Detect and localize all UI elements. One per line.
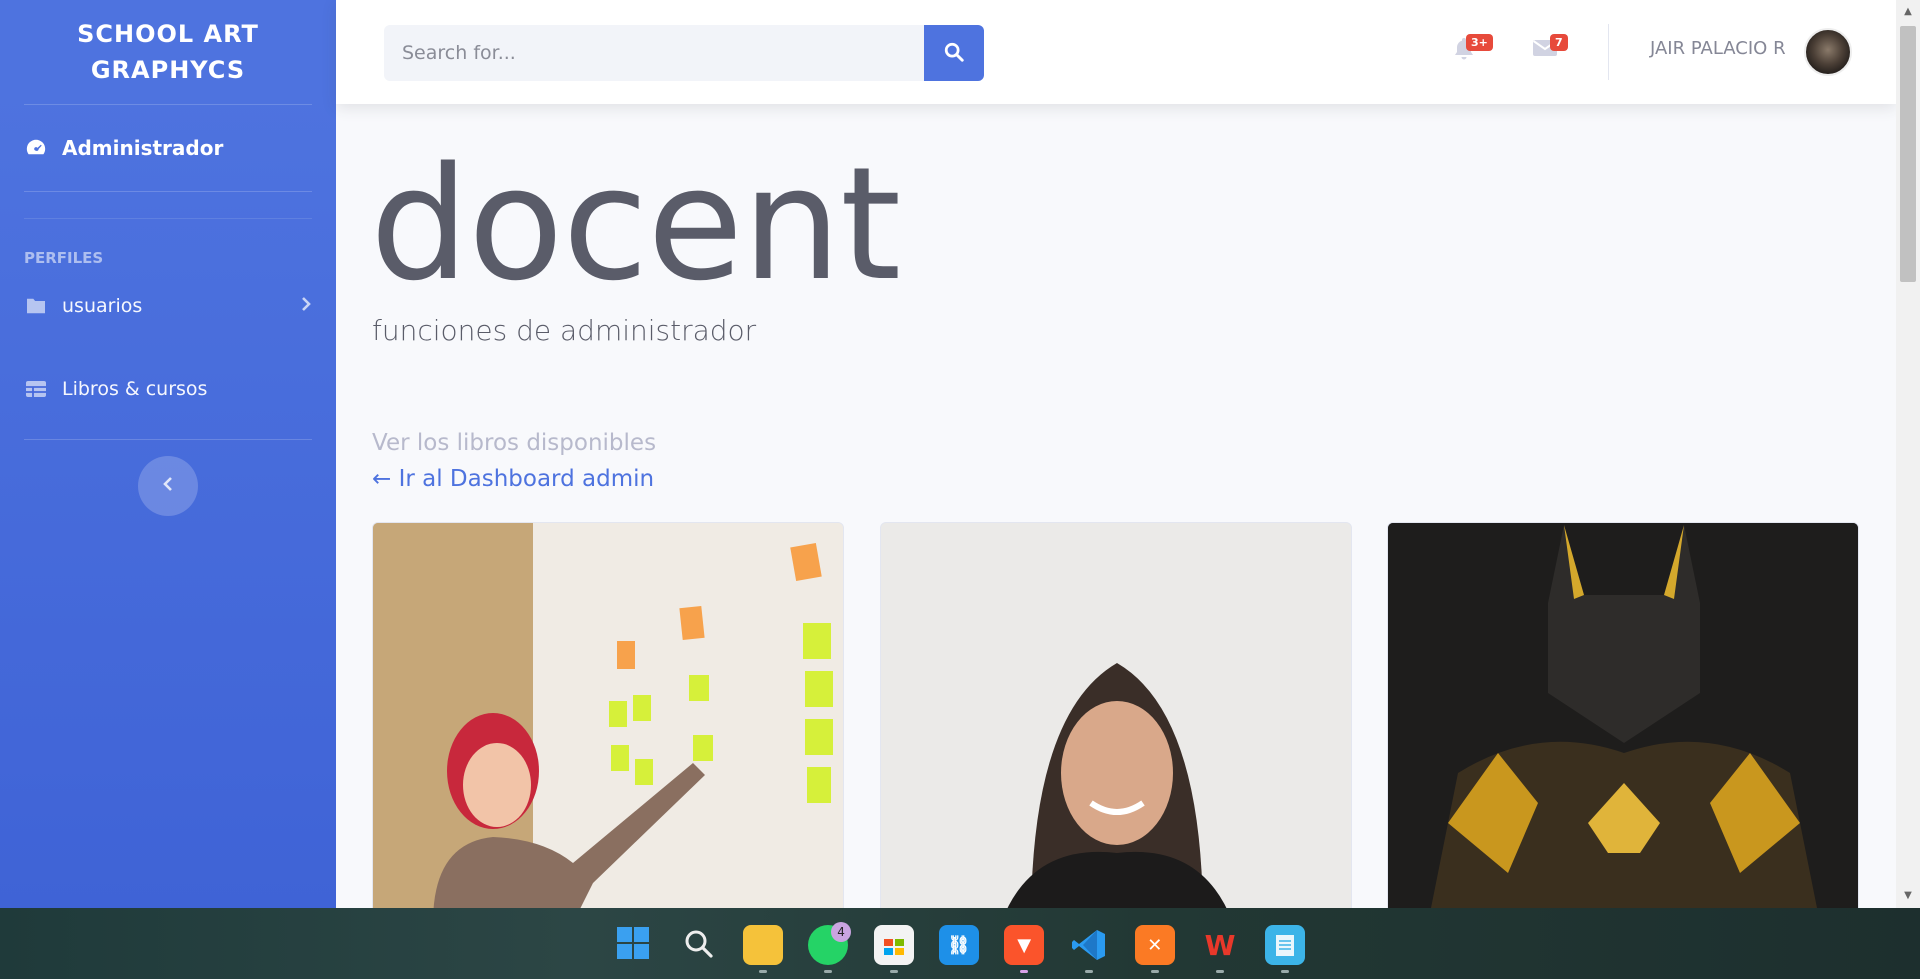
folder-icon [24,294,48,318]
profile-card[interactable] [1387,522,1859,922]
running-indicator [1085,970,1094,973]
running-indicator [824,970,833,973]
chevron-right-icon [300,295,312,317]
topbar-divider [1608,24,1609,80]
scroll-thumb[interactable] [1900,26,1916,282]
sidebar-brand[interactable]: SCHOOL ART GRAPHYCS [0,0,336,104]
sidebar-item-libros-cursos[interactable]: Libros & cursos [0,339,336,439]
sidebar-heading: PERFILES [24,249,104,267]
sidebar-item-label: Libros & cursos [62,378,208,400]
main-content: docent funciones de administrador Ver lo… [336,104,1896,922]
taskbar-xampp[interactable]: ✕ [1122,916,1187,974]
taskbar-apps: 4 ⛓ ▼ ✕ W [600,916,1318,974]
alerts-dropdown[interactable]: 3+ [1452,34,1493,66]
link-icon: ⛓ [938,925,979,965]
taskbar-notepad[interactable] [1253,916,1318,974]
table-icon [24,377,48,401]
whatsapp-badge: 4 [831,922,852,942]
taskbar-file-explorer[interactable] [731,916,796,974]
card-image [881,523,1351,921]
running-indicator [759,970,768,973]
page-subtitle: funciones de administrador [372,314,757,347]
folder-icon [743,925,784,965]
taskbar-whatsapp[interactable]: 4 [796,916,861,974]
sidebar: SCHOOL ART GRAPHYCS Administrador PERFIL… [0,0,336,908]
dashboard-icon [24,136,48,160]
brave-icon: ▼ [1004,925,1045,965]
os-taskbar: 4 ⛓ ▼ ✕ W [0,908,1920,979]
scroll-up-icon[interactable]: ▲ [1902,6,1914,18]
taskbar-link-app[interactable]: ⛓ [926,916,991,974]
running-indicator [889,970,898,973]
alerts-badge: 3+ [1466,34,1493,51]
search-icon [682,927,714,963]
avatar[interactable] [1804,28,1852,76]
books-available-text: Ver los libros disponibles [372,430,657,456]
running-indicator [1281,970,1290,973]
user-name[interactable]: JAIR PALACIO R [1650,38,1786,59]
messages-badge: 7 [1550,34,1568,51]
taskbar-brave[interactable]: ▼ [992,916,1057,974]
sidebar-item-label: Administrador [62,136,224,160]
search-button[interactable] [924,25,984,81]
taskbar-vscode[interactable] [1057,916,1122,974]
sidebar-item-label: usuarios [62,295,143,317]
page-title: docent [370,133,901,315]
search-input[interactable] [384,25,924,81]
dashboard-link[interactable]: ← Ir al Dashboard admin [372,466,654,492]
running-indicator [1020,970,1029,973]
brand-line-2: GRAPHYCS [90,56,246,84]
profile-card[interactable] [372,522,844,922]
sidebar-item-administrador[interactable]: Administrador [0,105,336,191]
taskbar-wps[interactable]: W [1187,916,1252,974]
card-image [1388,523,1858,921]
page-scrollbar[interactable]: ▲ ▼ [1896,0,1920,908]
messages-dropdown[interactable]: 7 [1532,34,1568,66]
sidebar-divider [24,218,312,219]
search-form [384,25,984,81]
running-indicator [1216,970,1225,973]
brand-line-1: SCHOOL ART [77,20,259,48]
sidebar-toggle-button[interactable] [138,456,198,516]
search-icon [943,41,965,66]
taskbar-search[interactable] [665,916,730,974]
topbar: 3+ 7 JAIR PALACIO R [336,0,1896,104]
taskbar-store[interactable] [861,916,926,974]
scroll-down-icon[interactable]: ▼ [1902,890,1914,902]
notepad-icon [1265,925,1306,965]
card-image [373,523,843,921]
wps-icon: W [1204,928,1236,962]
store-icon [873,925,914,965]
sidebar-divider [24,439,312,440]
sidebar-item-usuarios[interactable]: usuarios [0,273,336,339]
windows-icon [616,926,650,964]
running-indicator [1150,970,1159,973]
vscode-icon [1069,925,1109,965]
start-button[interactable] [600,916,665,974]
profile-card[interactable] [880,522,1352,922]
chevron-left-icon [162,476,174,496]
xampp-icon: ✕ [1134,925,1175,965]
